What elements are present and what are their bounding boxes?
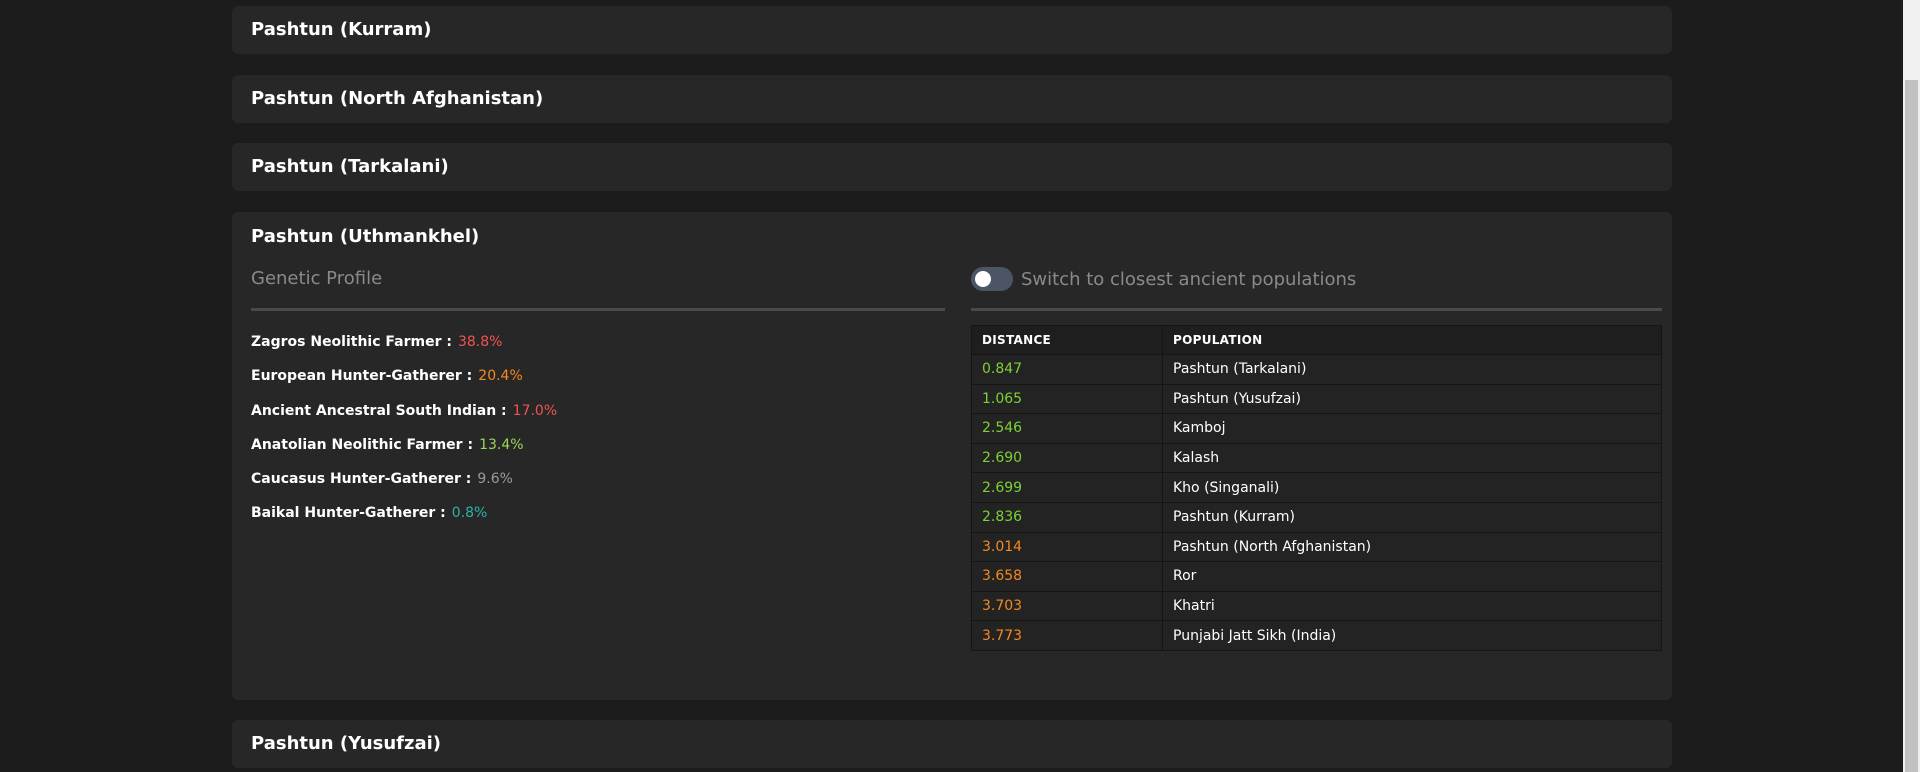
distance-cell: 0.847	[971, 354, 1163, 385]
distance-cell: 2.690	[971, 442, 1163, 474]
population-cell: Pashtun (Tarkalani)	[1162, 354, 1662, 385]
profile-item: Baikal Hunter-Gatherer : 0.8%	[251, 496, 945, 530]
population-cell: Pashtun (North Afghanistan)	[1162, 531, 1662, 563]
profile-item: Caucasus Hunter-Gatherer : 9.6%	[251, 462, 945, 496]
divider	[251, 308, 945, 311]
table-header-row: DISTANCE POPULATION	[971, 325, 1662, 355]
component-percentage: 17.0%	[512, 402, 558, 419]
component-name: Ancient Ancestral South Indian :	[251, 402, 507, 419]
accordion-pashtun-tarkalani[interactable]: Pashtun (Tarkalani)	[232, 143, 1672, 191]
distance-section: Switch to closest ancient populations DI…	[971, 264, 1662, 651]
accordion-title[interactable]: Pashtun (Kurram)	[251, 6, 1653, 54]
table-row: 2.690 Kalash	[971, 442, 1662, 474]
accordion-pashtun-yusufzai[interactable]: Pashtun (Yusufzai)	[232, 720, 1672, 768]
component-percentage: 9.6%	[477, 471, 513, 488]
component-percentage: 38.8%	[457, 334, 503, 350]
distance-cell: 3.658	[971, 561, 1163, 592]
population-cell: Kamboj	[1162, 413, 1662, 444]
distance-cell: 2.699	[971, 472, 1163, 503]
distance-cell: 3.014	[971, 531, 1163, 563]
profile-item: Ancient Ancestral South Indian : 17.0%	[251, 394, 945, 428]
population-cell: Khatri	[1162, 590, 1662, 622]
genetic-profile-title: Genetic Profile	[251, 268, 383, 289]
table-row: 3.658 Ror	[971, 561, 1662, 592]
divider	[971, 308, 1662, 311]
table-row: 2.699 Kho (Singanali)	[971, 472, 1662, 503]
distance-cell: 3.703	[971, 590, 1163, 622]
table-row: 3.773 Punjabi Jatt Sikh (India)	[971, 620, 1662, 651]
component-percentage: 13.4%	[479, 436, 524, 453]
accordion-title[interactable]: Pashtun (Uthmankhel)	[251, 212, 1653, 262]
profile-item: European Hunter-Gatherer : 20.4%	[251, 359, 945, 393]
distance-cell: 2.836	[971, 501, 1163, 533]
accordion-pashtun-north-afghanistan[interactable]: Pashtun (North Afghanistan)	[232, 75, 1672, 123]
component-name: Caucasus Hunter-Gatherer :	[251, 471, 472, 488]
scrollbar-thumb[interactable]	[1905, 80, 1918, 772]
profile-item: Zagros Neolithic Farmer : 38.8%	[251, 325, 945, 359]
toggle-row: Switch to closest ancient populations	[971, 264, 1662, 294]
toggle-label: Switch to closest ancient populations	[1021, 268, 1357, 290]
accordion-title[interactable]: Pashtun (Yusufzai)	[251, 720, 1653, 768]
genetic-profile-section: Genetic Profile Zagros Neolithic Farmer …	[251, 264, 945, 531]
scrollbar[interactable]	[1903, 0, 1920, 772]
column-header-distance: DISTANCE	[971, 325, 1163, 355]
table-row: 1.065 Pashtun (Yusufzai)	[971, 383, 1662, 415]
component-name: European Hunter-Gatherer :	[251, 368, 473, 385]
toggle-knob	[975, 271, 991, 287]
population-cell: Pashtun (Yusufzai)	[1162, 383, 1662, 415]
table-row: 2.836 Pashtun (Kurram)	[971, 501, 1662, 533]
accordion-title[interactable]: Pashtun (Tarkalani)	[251, 143, 1653, 191]
distance-table: DISTANCE POPULATION 0.847 Pashtun (Tarkal…	[971, 325, 1662, 651]
distance-cell: 3.773	[971, 620, 1163, 651]
table-row: 0.847 Pashtun (Tarkalani)	[971, 354, 1662, 385]
population-cell: Pashtun (Kurram)	[1162, 501, 1662, 533]
table-row: 3.703 Khatri	[971, 590, 1662, 622]
distance-cell: 2.546	[971, 413, 1163, 444]
component-name: Zagros Neolithic Farmer :	[251, 334, 452, 350]
ancient-populations-toggle[interactable]	[971, 267, 1013, 291]
component-percentage: 20.4%	[478, 368, 523, 385]
column-header-population: POPULATION	[1162, 325, 1662, 355]
population-cell: Kho (Singanali)	[1162, 472, 1662, 503]
component-name: Anatolian Neolithic Farmer :	[251, 436, 474, 453]
population-cell: Punjabi Jatt Sikh (India)	[1162, 620, 1662, 651]
accordion-pashtun-uthmankhel: Pashtun (Uthmankhel) Genetic Profile Zag…	[232, 212, 1672, 700]
table-row: 2.546 Kamboj	[971, 413, 1662, 444]
accordion-pashtun-kurram[interactable]: Pashtun (Kurram)	[232, 6, 1672, 54]
population-cell: Ror	[1162, 561, 1662, 592]
accordion-title[interactable]: Pashtun (North Afghanistan)	[251, 75, 1653, 123]
distance-cell: 1.065	[971, 383, 1163, 415]
genetic-profile-list: Zagros Neolithic Farmer : 38.8% European H…	[251, 325, 945, 531]
component-name: Baikal Hunter-Gatherer :	[251, 505, 446, 522]
component-percentage: 0.8%	[451, 505, 488, 522]
profile-item: Anatolian Neolithic Farmer : 13.4%	[251, 428, 945, 462]
population-cell: Kalash	[1162, 442, 1662, 474]
table-row: 3.014 Pashtun (North Afghanistan)	[971, 531, 1662, 563]
